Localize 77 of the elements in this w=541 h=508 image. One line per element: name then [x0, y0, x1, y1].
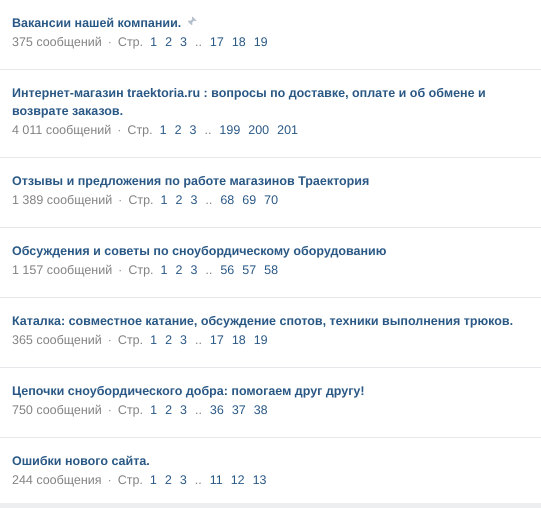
message-count: 244 сообщения: [12, 472, 102, 489]
page-link[interactable]: 17: [210, 33, 224, 51]
page-link[interactable]: 1: [160, 121, 167, 139]
pages-label: Стр.: [118, 472, 143, 489]
page-link[interactable]: 70: [264, 191, 278, 209]
pages-label: Стр.: [128, 192, 154, 209]
pages-ellipsis: ..: [194, 34, 202, 51]
page-link[interactable]: 13: [252, 471, 267, 489]
page-link[interactable]: 12: [230, 471, 245, 489]
message-count: 365 сообщений: [12, 332, 102, 349]
topic-title-link[interactable]: Цепочки сноубордического добра: помогаем друг другу!: [12, 382, 365, 400]
pages-label: Стр.: [118, 34, 144, 51]
page-link[interactable]: 200: [248, 121, 270, 139]
page-link[interactable]: 201: [277, 121, 298, 139]
message-count: 4 011 сообщений: [12, 122, 112, 139]
separator-dot: ·: [108, 402, 112, 419]
message-count: 375 сообщений: [12, 34, 102, 51]
message-count: 750 сообщений: [12, 402, 102, 419]
pages-ellipsis: ..: [205, 192, 212, 209]
page-link[interactable]: 3: [190, 191, 198, 209]
pages-ellipsis: ..: [194, 472, 202, 489]
pages-ellipsis: ..: [205, 262, 212, 279]
separator-dot: ·: [108, 472, 112, 489]
page-link[interactable]: 69: [242, 191, 256, 209]
pages-label: Стр.: [127, 122, 153, 139]
page-link[interactable]: 2: [174, 121, 182, 139]
topic-title-link[interactable]: Интернет-магазин traektoria.ru : вопросы по доставке, оплате и об обмене и возврате заказов.: [12, 84, 527, 120]
topic-title-link[interactable]: Каталка: совместное катание, обсуждение спотов, техники выполнения трюков.: [12, 312, 514, 330]
page-link[interactable]: 2: [165, 331, 172, 349]
page-link[interactable]: 2: [164, 471, 172, 489]
page-link[interactable]: 19: [254, 33, 268, 51]
page-link[interactable]: 19: [254, 331, 268, 349]
page-link[interactable]: 18: [232, 331, 246, 349]
page-link[interactable]: 37: [232, 401, 246, 419]
page-link[interactable]: 3: [180, 331, 187, 349]
page-link[interactable]: 18: [232, 33, 246, 51]
page-link[interactable]: 2: [175, 261, 182, 279]
page-link[interactable]: 58: [264, 261, 278, 279]
separator-dot: ·: [108, 332, 112, 349]
page-link[interactable]: 3: [190, 261, 198, 279]
page-link[interactable]: 1: [150, 401, 158, 419]
topic-title-link[interactable]: Ошибки нового сайта.: [12, 452, 150, 470]
page-link[interactable]: 2: [165, 33, 172, 51]
pages-label: Стр.: [118, 332, 144, 349]
page-link[interactable]: 1: [150, 331, 158, 349]
page-link[interactable]: 38: [254, 401, 268, 419]
page-link[interactable]: 2: [175, 191, 182, 209]
topic-title-link[interactable]: Обсуждения и советы по сноубордическому оборудованию: [12, 242, 386, 260]
page-link[interactable]: 199: [219, 121, 240, 139]
page-link[interactable]: 3: [180, 401, 187, 419]
page-link[interactable]: 3: [180, 33, 187, 51]
topic-title-link[interactable]: Вакансии нашей компании.: [12, 14, 182, 32]
page-link[interactable]: 1: [150, 33, 158, 51]
topic-title-link[interactable]: Отзывы и предложения по работе магазинов Траектория: [12, 172, 370, 190]
separator-dot: ·: [118, 262, 122, 279]
pages-ellipsis: ..: [194, 402, 202, 419]
separator-dot: ·: [117, 122, 122, 139]
page-link[interactable]: 36: [210, 401, 224, 419]
page-link[interactable]: 1: [160, 261, 168, 279]
page-link[interactable]: 3: [180, 471, 187, 489]
page-link[interactable]: 1: [160, 191, 168, 209]
separator-dot: ·: [108, 34, 112, 51]
page-link[interactable]: 68: [220, 191, 234, 209]
page-link[interactable]: 17: [210, 331, 224, 349]
page-link[interactable]: 11: [210, 471, 223, 489]
pages-ellipsis: ..: [204, 122, 212, 139]
page-link[interactable]: 57: [242, 261, 256, 279]
message-count: 1 157 сообщений: [12, 262, 112, 279]
page-link[interactable]: 3: [190, 121, 196, 139]
page-link[interactable]: 2: [165, 401, 172, 419]
pages-label: Стр.: [128, 262, 154, 279]
pages-ellipsis: ..: [194, 332, 202, 349]
page-link[interactable]: 1: [150, 471, 157, 489]
message-count: 1 389 сообщений: [12, 192, 112, 209]
separator-dot: ·: [118, 192, 122, 209]
page-link[interactable]: 56: [220, 261, 234, 279]
pages-label: Стр.: [118, 402, 144, 419]
